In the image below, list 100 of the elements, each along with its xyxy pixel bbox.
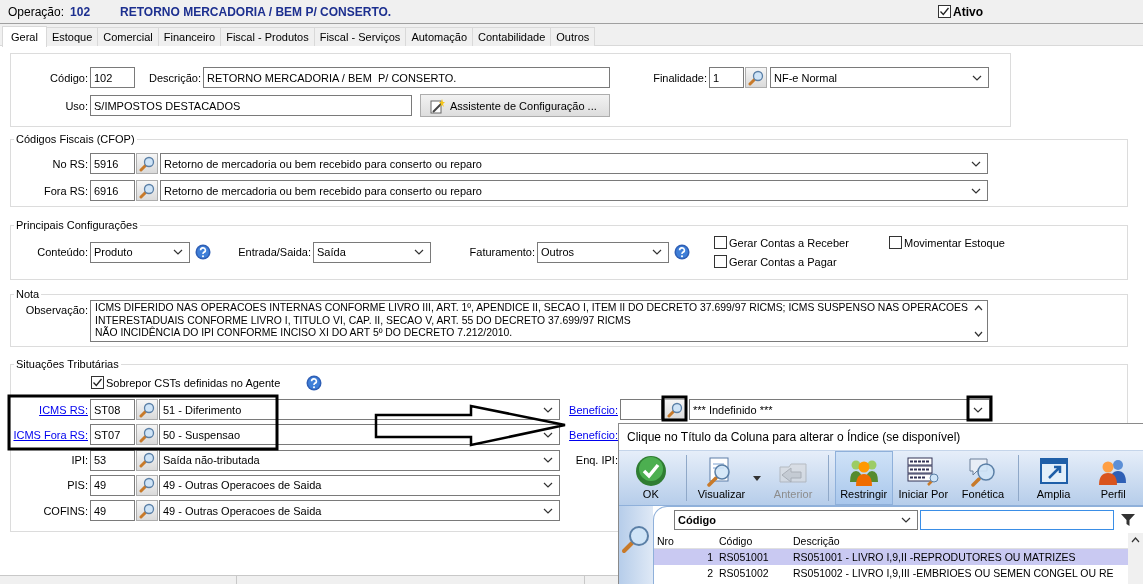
checkbox-label: Movimentar Estoque (904, 236, 1005, 249)
search-icon (139, 452, 155, 469)
dropdown-field[interactable]: 49 - Outras Operacoes de Saida (159, 474, 560, 496)
checkbox-label: Gerar Contas a Receber (729, 236, 849, 249)
dialog-hint: Clique no Título da Coluna para alterar o Índice (se disponível) (626, 428, 962, 446)
dropdown-field[interactable]: Produto (90, 241, 190, 263)
input-field[interactable]: 53 (90, 449, 135, 471)
lookup-button[interactable] (136, 449, 158, 471)
scrollbar[interactable] (1128, 533, 1143, 584)
toolbar-button[interactable]: Visualizar (692, 451, 751, 505)
dropdown-field[interactable]: Outros (537, 241, 669, 263)
checkbox[interactable] (714, 255, 727, 268)
field-label: Conteúdo: (36, 246, 89, 258)
field-label: Uso: (64, 99, 89, 112)
dropdown-field[interactable]: 49 - Outras Operacoes de Saida (159, 500, 560, 522)
checkbox[interactable] (889, 236, 902, 249)
input-field[interactable]: S/IMPOSTOS DESTACADOS (90, 95, 412, 116)
filter-icon[interactable] (1120, 512, 1136, 528)
observation-text: ICMS DIFERIDO NAS OPERACOES INTERNAS CONFORME LIVRO III, ART. 1º, APENDICE II, SECAO I, ITEM II DO DECRETO 37.699/97 RICMS; ICMS SUSPENSO NAS OPERACOES INTERESTADUAIS CONFORME LIVRO I, TITULO VI, CAP. II, SECAO V, ART. 55 DO DECRETO 37.699/97 RICMS NÃO INCIDÊNCIA DO IPI CONFORME INCISO XI DO ART 5º DO DECRETO 7.212/2010. (94, 301, 969, 341)
toolbar-button[interactable]: Fonética (954, 451, 1012, 505)
wand-icon (429, 97, 445, 114)
dropdown-field[interactable]: 51 - Diferimento (159, 399, 560, 420)
field-label: Entrada/Saida: (237, 246, 312, 258)
chevron-down-icon (414, 249, 424, 255)
operation-code: 102 (70, 4, 92, 19)
checkbox[interactable] (714, 236, 727, 249)
dropdown-field[interactable]: Saída (313, 241, 431, 263)
name-list-icon (906, 455, 941, 487)
input-field[interactable]: ST07 (90, 424, 135, 446)
input-field[interactable]: 5916 (90, 153, 135, 174)
input-field[interactable]: 6916 (90, 180, 135, 201)
search-icon (139, 401, 155, 418)
highlight-frame (661, 395, 688, 422)
tab[interactable]: Geral (2, 26, 47, 47)
chevron-down-icon (973, 406, 983, 413)
search-field[interactable] (920, 510, 1114, 530)
input-field[interactable] (620, 399, 662, 420)
search-icon (667, 401, 683, 418)
table-cell-text: RS051001 (718, 551, 770, 563)
wizard-button[interactable]: Assistente de Configuração ... (420, 94, 610, 117)
operation-title: RETORNO MERCADORIA / BEM P/ CONSERTO. (120, 4, 392, 19)
field-label: COFINS: (42, 504, 89, 517)
input-field[interactable]: RETORNO MERCADORIA / BEM P/ CONSERTO. (203, 67, 610, 88)
chevron-down-icon (543, 406, 553, 413)
column-header[interactable]: Nro (654, 534, 716, 547)
field-link[interactable]: Benefício: (569, 403, 618, 416)
search-icon (139, 502, 155, 519)
tab[interactable]: Contabilidade (472, 27, 552, 46)
tab[interactable]: Estoque (45, 27, 99, 46)
input-field[interactable]: 49 (90, 474, 135, 496)
toolbar-button[interactable]: Perfil (1084, 451, 1142, 505)
column-header[interactable]: Código (716, 534, 790, 547)
search-icon (748, 69, 764, 86)
group-title: Principais Configurações (15, 219, 139, 231)
tab[interactable]: Fiscal - Produtos (220, 27, 315, 46)
index-dropdown[interactable]: Código (674, 510, 918, 530)
dropdown-field[interactable]: NF-e Normal (770, 67, 989, 88)
dropdown-field[interactable]: Saída não-tributada (159, 449, 560, 471)
field-link[interactable]: ICMS Fora RS: (13, 428, 88, 441)
field-label: PIS: (66, 479, 89, 492)
table-row[interactable]: 2 RS051002 RS051002 - LIVRO I,9,III -EMBRIOES OU SEMEN CONGEL OU RE (654, 565, 1128, 581)
dropdown-field[interactable]: 50 - Suspensao (159, 424, 560, 446)
input-field[interactable]: ST08 (90, 399, 135, 420)
column-header[interactable]: Descrição (790, 534, 1128, 547)
input-field[interactable]: 1 (709, 67, 744, 88)
tab[interactable]: Outros (550, 27, 596, 46)
field-link[interactable]: Benefício: (569, 428, 618, 441)
toolbar-button[interactable]: Restringir (834, 451, 893, 505)
help-icon (306, 374, 323, 391)
table-cell-text: RS051001 - LIVRO I,9,II -REPRODUTORES OU MATRIZES (792, 551, 1077, 563)
tab[interactable]: Comercial (97, 27, 159, 46)
input-field[interactable]: 49 (90, 500, 135, 522)
search-icon (621, 524, 651, 554)
dropdown-field[interactable]: Retorno de mercadoria ou bem recebido para conserto ou reparo (160, 180, 988, 201)
tab[interactable]: Automação (405, 27, 474, 46)
checkbox-label: Ativo (953, 4, 983, 19)
dropdown-arrow-icon[interactable] (753, 475, 762, 481)
input-field[interactable]: 102 (90, 67, 135, 88)
toolbar-button[interactable]: Iniciar Por (894, 451, 953, 505)
group-title: Códigos Fiscais (CFOP) (15, 133, 136, 145)
check-circle-icon (634, 455, 667, 487)
checkbox[interactable] (91, 376, 104, 389)
scroll-up-icon[interactable] (974, 305, 983, 311)
scroll-down-icon[interactable] (974, 331, 983, 337)
field-link[interactable]: ICMS RS: (39, 403, 88, 416)
toolbar-button[interactable]: Amplia (1024, 451, 1083, 505)
search-icon (139, 477, 155, 494)
chevron-down-icon (543, 457, 553, 464)
table-row[interactable]: 1 RS051001 RS051001 - LIVRO I,9,II -REPRODUTORES OU MATRIZES (654, 549, 1128, 565)
ok-button[interactable]: OK (622, 451, 680, 505)
tab[interactable]: Financeiro (157, 27, 222, 46)
search-icon (139, 182, 155, 199)
checkbox[interactable] (938, 5, 951, 18)
help-icon (194, 244, 211, 260)
group-title: Nota (15, 288, 41, 300)
dropdown-field[interactable]: *** Indefinido *** (689, 399, 990, 420)
help-icon (673, 244, 690, 260)
tab[interactable]: Fiscal - Serviços (313, 27, 407, 46)
scroll-up-icon[interactable] (1131, 537, 1140, 543)
dropdown-field[interactable]: Retorno de mercadoria ou bem recebido para conserto ou reparo (160, 153, 988, 174)
